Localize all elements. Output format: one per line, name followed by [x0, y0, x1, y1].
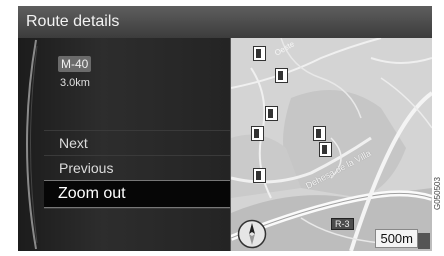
map-view[interactable]: Oeste Dehesa de la Villa R-3 500m	[231, 38, 432, 251]
poi-icon[interactable]	[319, 142, 332, 157]
route-details-panel: M-40 3.0km Next Previous Zoom out	[18, 38, 231, 251]
poi-icon[interactable]	[251, 126, 264, 141]
route-distance: 3.0km	[60, 77, 90, 89]
road-name: M-40	[58, 56, 92, 72]
image-code: G050503	[433, 177, 442, 210]
title-bar: Route details	[18, 6, 432, 39]
poi-icon[interactable]	[265, 106, 278, 121]
navigation-screen: Route details M-40 3.0km Next Previous Z…	[18, 6, 432, 251]
menu-list: Next Previous Zoom out	[44, 130, 230, 233]
menu-item-previous[interactable]: Previous	[44, 155, 230, 180]
poi-icon[interactable]	[275, 68, 288, 83]
compass-icon[interactable]	[237, 219, 267, 249]
menu-item-zoom-out[interactable]: Zoom out	[44, 180, 230, 208]
menu-empty-row	[44, 208, 230, 233]
road-shield-icon: R-3	[331, 218, 354, 230]
poi-icon[interactable]	[253, 46, 266, 61]
left-arc-decoration	[26, 39, 38, 250]
poi-icon[interactable]	[313, 126, 326, 141]
scroll-indicator	[418, 233, 430, 249]
map-scale: 500m	[375, 229, 418, 248]
menu-item-next[interactable]: Next	[44, 130, 230, 155]
page-title: Route details	[26, 13, 120, 30]
poi-icon[interactable]	[253, 168, 266, 183]
